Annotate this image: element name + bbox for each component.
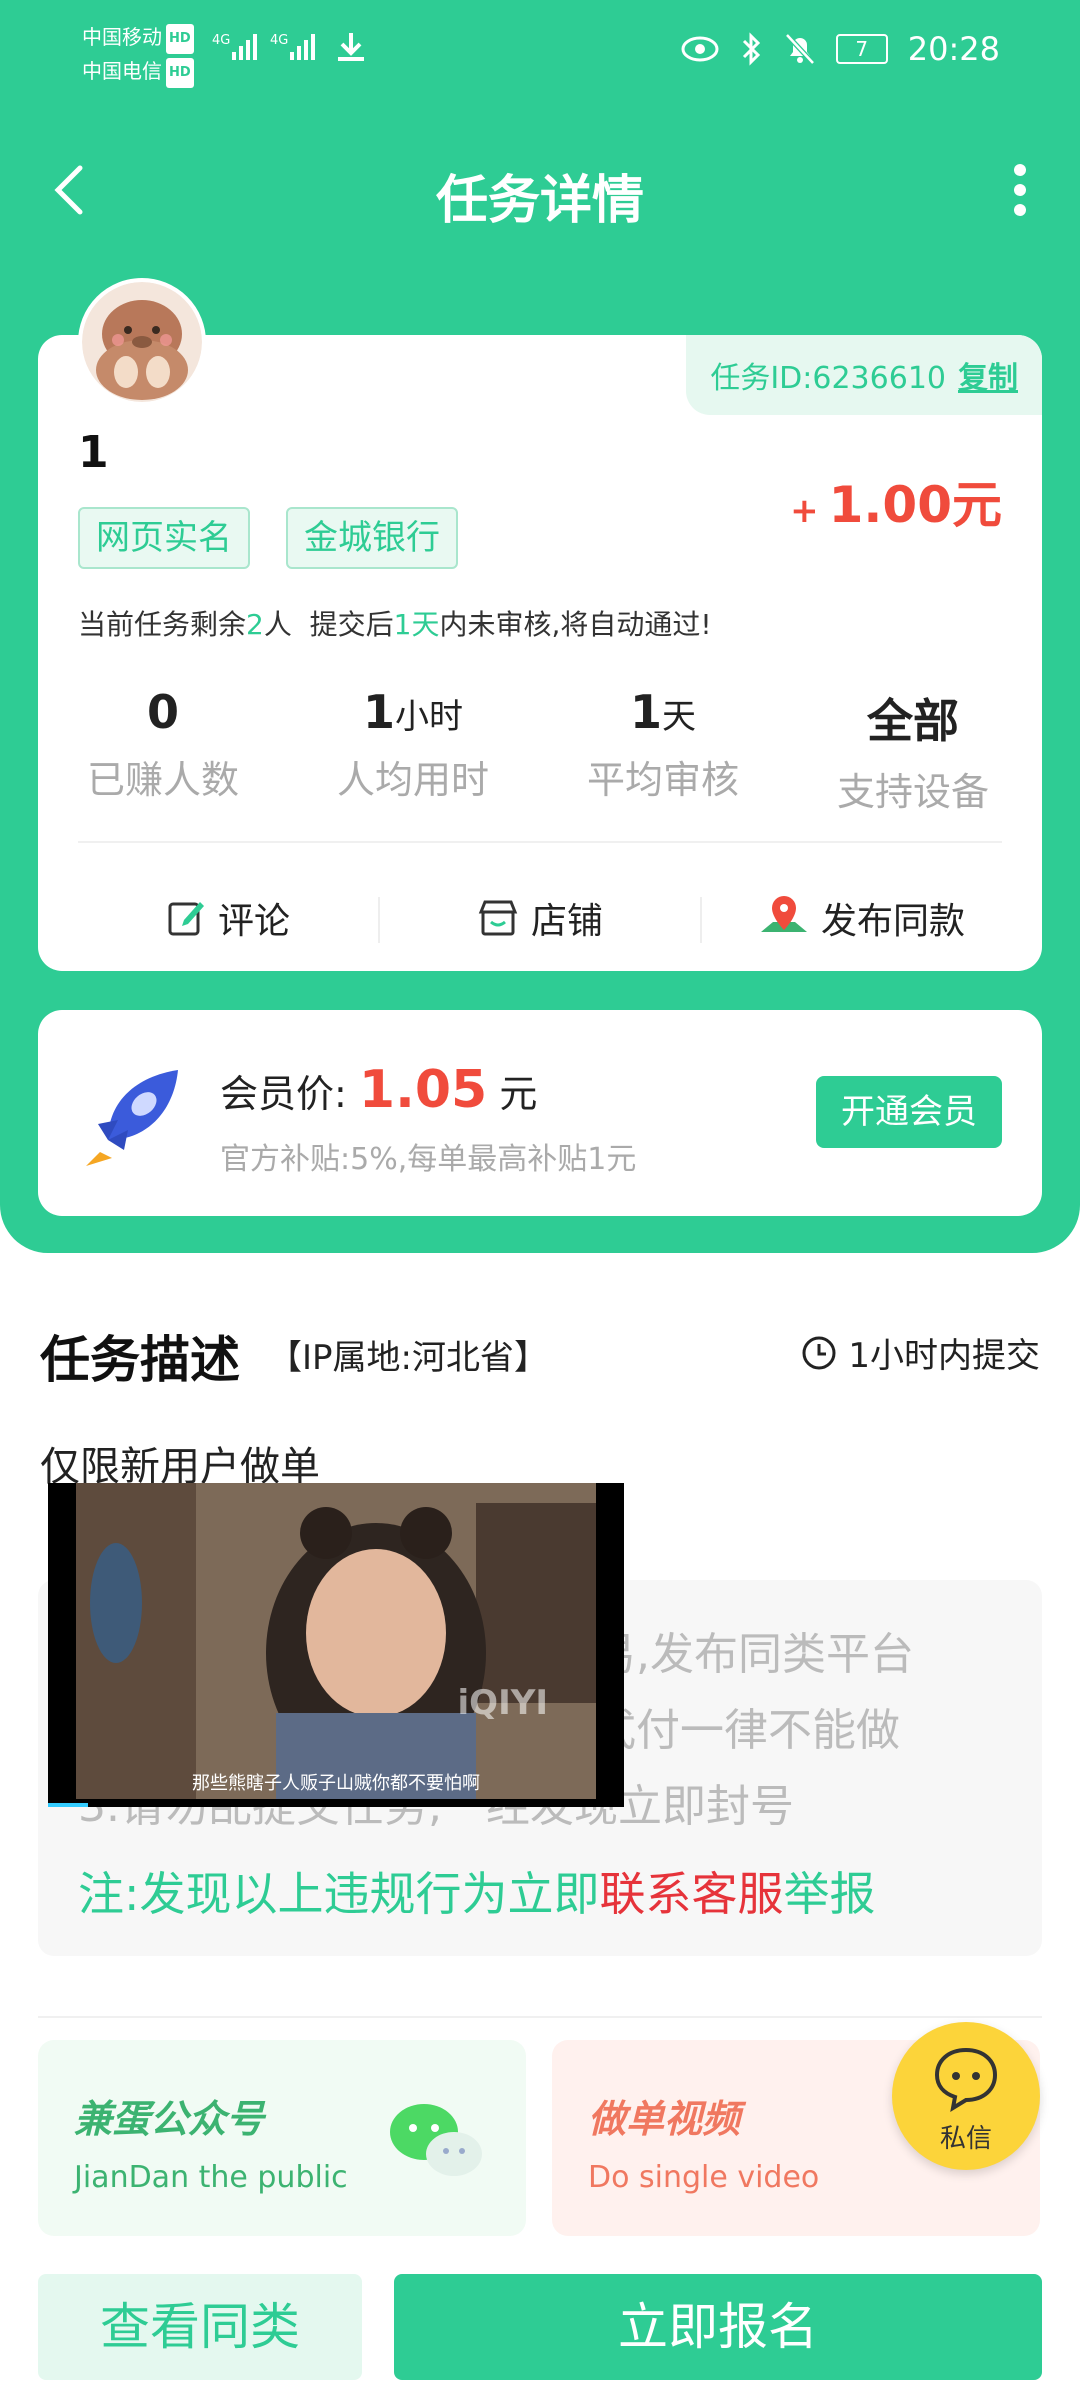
tag-realname: 网页实名 <box>78 507 250 569</box>
stat-devices: 全部 支持设备 <box>836 694 989 814</box>
svg-text:4G: 4G <box>212 33 230 48</box>
tag-bank: 金城银行 <box>286 507 458 569</box>
task-card: 任务ID:6236610 复制 1 网页实名 金城银行 +1.00元 当前任务剩… <box>38 335 1042 971</box>
carrier-1: 中国移动 HD <box>82 22 194 54</box>
ip-location: 【IP属地:河北省】 <box>268 1338 548 1378</box>
open-vip-button[interactable]: 开通会员 <box>816 1076 1002 1148</box>
private-message-button[interactable]: 私信 <box>892 2022 1040 2170</box>
status-bar: 中国移动 HD 中国电信 HD 4G 4G 7 20:28 <box>0 0 1080 110</box>
remaining-info: 当前任务剩余2人 提交后1天内未审核,将自动通过! <box>78 608 712 641</box>
promo-title: 兼蛋公众号 <box>74 2097 265 2141</box>
store-button[interactable]: 店铺 <box>390 883 690 953</box>
download-icon <box>334 30 368 69</box>
vip-card: 会员价: 1.05 元 官方补贴:5%,每单最高补贴1元 开通会员 <box>38 1010 1042 1216</box>
video-subtitle: 那些熊瞎子人贩子山贼你都不要怕啊 <box>192 1773 480 1794</box>
edit-icon <box>168 902 204 936</box>
store-icon <box>478 900 518 936</box>
promo-subtitle: JianDan the public <box>74 2160 348 2195</box>
public-account-card[interactable]: 兼蛋公众号 JianDan the public <box>38 2040 526 2236</box>
submit-deadline: 1小时内提交 <box>800 1328 1040 1377</box>
svg-text:4G: 4G <box>270 33 288 48</box>
view-similar-button[interactable]: 查看同类 <box>38 2274 362 2380</box>
divider <box>78 841 1002 843</box>
promo-subtitle: Do single video <box>588 2160 820 2195</box>
clock-icon <box>802 1336 836 1369</box>
video-progress <box>48 1803 88 1807</box>
video-logo: iQIYI <box>457 1683 548 1723</box>
stat-earned: 0 已赚人数 <box>86 685 239 802</box>
separator <box>378 897 380 943</box>
signal-icon: 4G 4G <box>212 30 332 75</box>
floating-video-player[interactable]: iQIYI 那些熊瞎子人贩子山贼你都不要怕啊 <box>48 1483 624 1807</box>
stat-avg-time: 1小时 人均用时 <box>336 685 489 802</box>
vip-subsidy: 官方补贴:5%,每单最高补贴1元 <box>220 1142 637 1177</box>
eye-icon <box>681 36 719 62</box>
publish-same-button[interactable]: 发布同款 <box>712 883 1012 953</box>
section-title: 任务描述 <box>40 1320 240 1392</box>
task-price: +1.00元 <box>790 476 1002 534</box>
separator <box>700 897 702 943</box>
promo-title: 做单视频 <box>588 2097 741 2141</box>
rule-line-2: 式付一律不能做 <box>592 1705 900 1756</box>
carrier-2: 中国电信 HD <box>82 56 194 88</box>
top-bar: 任务详情 <box>0 140 1080 240</box>
battery-icon: 7 <box>835 34 888 64</box>
comment-button[interactable]: 评论 <box>78 883 378 953</box>
chat-icon <box>934 2047 998 2113</box>
rocket-icon <box>78 1060 188 1170</box>
map-pin-icon <box>760 896 807 932</box>
bluetooth-icon <box>742 32 760 66</box>
contact-service-link[interactable]: 联系客服 <box>600 1867 784 1921</box>
page-title: 任务详情 <box>435 171 644 231</box>
rule-line-1: 易,发布同类平台 <box>592 1629 914 1680</box>
more-vertical-icon <box>1014 164 1026 216</box>
video-frame: iQIYI 那些熊瞎子人贩子山贼你都不要怕啊 <box>76 1483 596 1803</box>
signup-button[interactable]: 立即报名 <box>394 2274 1042 2380</box>
status-icons: 7 20:28 <box>680 30 1000 68</box>
divider <box>38 2016 1042 2018</box>
status-time: 20:28 <box>907 30 1000 68</box>
copy-button[interactable]: 复制 <box>958 353 1018 397</box>
task-id: 任务ID:6236610 <box>710 361 946 396</box>
avatar[interactable] <box>78 278 206 406</box>
report-note: 注:发现以上违规行为立即联系客服举报 <box>78 1867 876 1921</box>
task-id-badge: 任务ID:6236610 复制 <box>686 335 1042 415</box>
more-button[interactable] <box>1000 162 1040 218</box>
wechat-icon <box>386 2096 486 2186</box>
task-name: 1 <box>78 427 109 478</box>
stat-avg-review: 1天 平均审核 <box>586 685 739 802</box>
vip-price: 会员价: 1.05 元 <box>220 1060 538 1120</box>
mute-bell-icon <box>784 33 815 65</box>
